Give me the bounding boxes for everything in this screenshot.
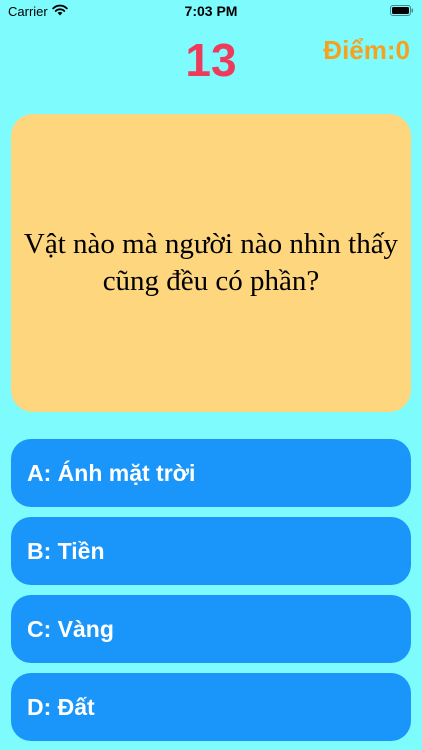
answer-c-button[interactable]: C: Vàng (11, 595, 411, 663)
answer-a-label: A: Ánh mặt trời (27, 459, 196, 486)
status-bar: Carrier 7:03 PM (0, 0, 422, 22)
battery-icon (390, 5, 413, 16)
question-card: Vật nào mà người nào nhìn thấy cũng đều … (11, 114, 411, 412)
answer-d-button[interactable]: D: Đất (11, 673, 411, 741)
question-text: Vật nào mà người nào nhìn thấy cũng đều … (23, 228, 399, 297)
answer-c-label: C: Vàng (27, 615, 114, 642)
score-label: Điểm:0 (323, 35, 410, 65)
answer-d-label: D: Đất (27, 693, 95, 720)
answer-a-button[interactable]: A: Ánh mặt trời (11, 439, 411, 507)
answer-b-button[interactable]: B: Tiền (11, 517, 411, 585)
answer-b-label: B: Tiền (27, 537, 105, 564)
status-time: 7:03 PM (184, 3, 238, 19)
